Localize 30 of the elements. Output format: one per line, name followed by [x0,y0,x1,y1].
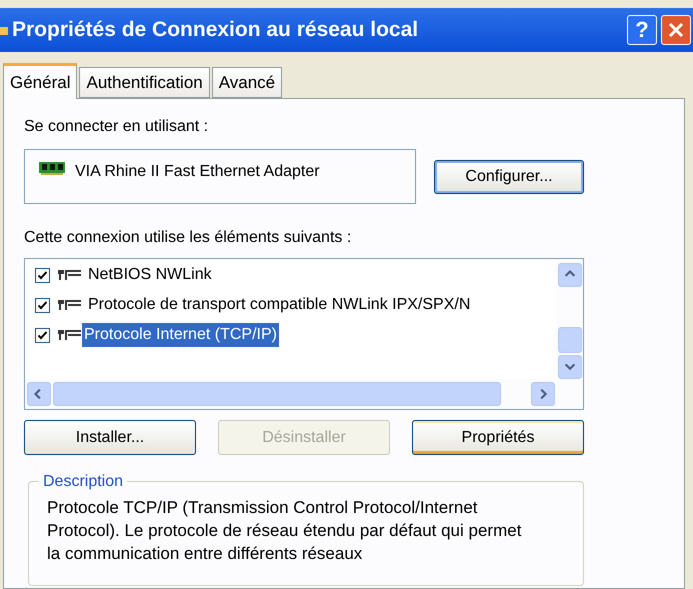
description-text: Protocole TCP/IP (Transmission Control Protocol/Internet Protocol). Le protocole de réseau étendu par défaut qui permet la communication entre différents réseaux [47,497,522,565]
action-button[interactable]: Propriétés [412,420,584,455]
network-protocol-icon [56,297,82,313]
scroll-up-button[interactable] [558,263,582,287]
list-item[interactable]: NetBIOS NWLink [88,263,212,287]
list-item[interactable]: Protocole Internet (TCP/IP) [82,323,279,347]
checkbox[interactable] [35,268,50,282]
scroll-down-button[interactable] [558,355,582,379]
network-protocol-icon [56,327,82,343]
checkbox[interactable] [35,328,50,342]
close-button[interactable] [661,15,691,45]
action-button[interactable]: Installer... [24,420,196,455]
scroll-left-button[interactable] [27,382,51,406]
configure-button[interactable]: Configurer... [434,160,584,194]
close-icon [667,21,685,39]
tab[interactable]: Avancé [212,67,282,98]
scroll-right-button[interactable] [531,382,555,406]
checkbox[interactable] [35,298,50,312]
horizontal-scroll-thumb[interactable] [53,382,501,406]
window-title: Propriétés de Connexion au réseau local [12,17,418,44]
connect-using-label: Se connecter en utilisant : [24,117,210,137]
components-label: Cette connexion utilise les éléments suivants : [24,228,352,248]
help-button[interactable]: ? [627,15,657,45]
network-card-icon [39,160,65,176]
tab[interactable]: Authentification [79,67,210,98]
tab[interactable]: Général [3,63,78,99]
list-item[interactable]: Protocole de transport compatible NWLink IPX/SPX/N [88,293,470,317]
adapter-name: VIA Rhine II Fast Ethernet Adapter [75,162,320,182]
scroll-thumb[interactable] [558,327,582,353]
network-protocol-icon [56,267,82,283]
